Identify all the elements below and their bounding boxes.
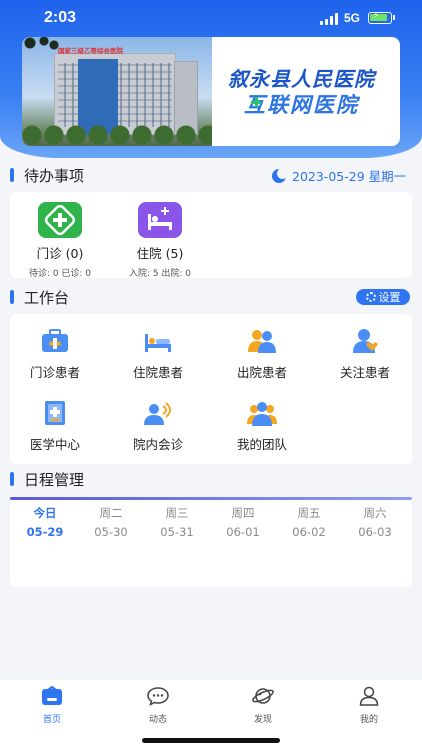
settings-label: 设置 [378, 291, 401, 304]
consultation-icon [143, 400, 173, 426]
todo-inpatient[interactable]: 住院 (5) 入院: 5 出院: 0 [115, 202, 205, 279]
user-icon [358, 686, 380, 706]
grid-consultation-label: 院内会诊 [132, 437, 183, 452]
hospital-bed-icon [143, 328, 173, 354]
day-date: 05-30 [94, 525, 128, 539]
status-time: 2:03 [44, 9, 77, 26]
todo-inpatient-stats: 入院: 5 出院: 0 [128, 269, 192, 279]
medical-kit-icon [40, 328, 70, 354]
workbench-card: 门诊患者 住院患者 出院患者 关注患者 医学中心 院内会诊 我的团队 [10, 314, 412, 464]
tab-profile-label: 我的 [359, 715, 378, 725]
hospital-banner[interactable]: 国家三级乙等综合医院 叙永县人民医院 互联网医院 [22, 37, 400, 146]
grid-inpatient-label: 住院患者 [132, 365, 183, 380]
schedule-day[interactable]: 今日 05-29 [12, 505, 78, 539]
day-date: 06-01 [226, 525, 260, 539]
status-bar: 2:03 5G ⚡ [0, 0, 422, 36]
schedule-day[interactable]: 周五 06-02 [276, 505, 342, 539]
day-name: 周六 [363, 506, 387, 520]
green-cross-icon [251, 97, 261, 107]
banner-hospital-name: 叙永县人民医院 [228, 67, 375, 91]
grid-discharged-patients[interactable]: 出院患者 [212, 328, 312, 381]
tab-discover[interactable]: 发现 [233, 686, 293, 725]
grid-consultation[interactable]: 院内会诊 [108, 400, 208, 453]
date-text: 2023-05-29 星期一 [292, 169, 407, 184]
current-date[interactable]: 2023-05-29 星期一 [272, 166, 406, 185]
day-name: 周四 [231, 506, 255, 520]
discharged-patients-icon [247, 328, 277, 354]
header-banner-area: 2:03 5G ⚡ 国家三级乙等综合医院 叙永县人民医院 互联网医院 [0, 0, 422, 158]
todo-section-header: 待办事项 [10, 165, 84, 185]
schedule-day[interactable]: 周二 05-30 [78, 505, 144, 539]
schedule-day[interactable]: 周六 06-03 [342, 505, 408, 539]
schedule-section-header: 日程管理 [10, 469, 84, 489]
grid-followed-label: 关注患者 [339, 365, 390, 380]
medical-book-icon [40, 400, 70, 426]
grid-inpatient-patients[interactable]: 住院患者 [108, 328, 208, 381]
battery-icon: ⚡ [368, 11, 392, 24]
schedule-divider [10, 497, 412, 500]
settings-button[interactable]: 设置 [356, 289, 410, 305]
building-sign: 国家三级乙等综合医院 [58, 47, 123, 55]
workbench-section-title: 工作台 [24, 288, 70, 307]
grid-discharged-label: 出院患者 [236, 365, 287, 380]
grid-my-team-label: 我的团队 [236, 437, 287, 452]
chat-bubble-icon [147, 686, 169, 706]
grid-outpatient-label: 门诊患者 [29, 365, 80, 380]
team-icon [247, 400, 277, 426]
network-type: 5G [344, 11, 361, 25]
todo-card: 门诊 (0) 待诊: 0 已诊: 0 住院 (5) 入院: 5 出院: 0 [10, 192, 412, 279]
tab-discover-label: 发现 [253, 715, 272, 725]
banner-internet-hospital: 互联网医院 [244, 93, 359, 117]
tab-home[interactable]: 首页 [22, 685, 82, 725]
home-indicator[interactable] [142, 738, 280, 743]
day-name: 周二 [99, 506, 123, 520]
schedule-day[interactable]: 周三 05-31 [144, 505, 210, 539]
todo-outpatient[interactable]: 门诊 (0) 待诊: 0 已诊: 0 [15, 202, 105, 279]
day-date: 05-31 [160, 525, 194, 539]
todo-outpatient-stats: 待诊: 0 已诊: 0 [28, 269, 92, 279]
day-name: 周五 [297, 506, 321, 520]
schedule-day[interactable]: 周四 06-01 [210, 505, 276, 539]
day-name: 今日 [33, 506, 57, 520]
hospital-building-photo: 国家三级乙等综合医院 [22, 37, 212, 146]
gear-icon [365, 292, 376, 302]
grid-outpatient-patients[interactable]: 门诊患者 [5, 328, 105, 381]
todo-section-title: 待办事项 [24, 166, 85, 185]
todo-outpatient-label: 门诊 (0) [36, 246, 84, 261]
grid-medical-center[interactable]: 医学中心 [5, 400, 105, 453]
home-icon [41, 685, 63, 706]
schedule-section-title: 日程管理 [24, 470, 85, 489]
hospital-bed-icon [138, 202, 182, 238]
tab-profile[interactable]: 我的 [339, 686, 399, 725]
followed-patient-icon [350, 328, 380, 354]
planet-icon [252, 686, 274, 706]
day-date: 06-02 [292, 525, 326, 539]
workbench-section-header: 工作台 [10, 287, 69, 307]
todo-inpatient-label: 住院 (5) [136, 246, 184, 261]
day-date: 06-03 [358, 525, 392, 539]
tab-feed-label: 动态 [148, 715, 167, 725]
day-date: 05-29 [26, 525, 64, 539]
grid-my-team[interactable]: 我的团队 [212, 400, 312, 453]
grid-medical-center-label: 医学中心 [29, 437, 80, 452]
moon-icon [272, 167, 288, 183]
tab-feed[interactable]: 动态 [128, 686, 188, 725]
grid-followed-patients[interactable]: 关注患者 [315, 328, 415, 381]
day-name: 周三 [165, 506, 189, 520]
tab-home-label: 首页 [42, 715, 61, 725]
outpatient-cross-icon [38, 202, 82, 238]
cellular-signal-icon [320, 13, 340, 25]
